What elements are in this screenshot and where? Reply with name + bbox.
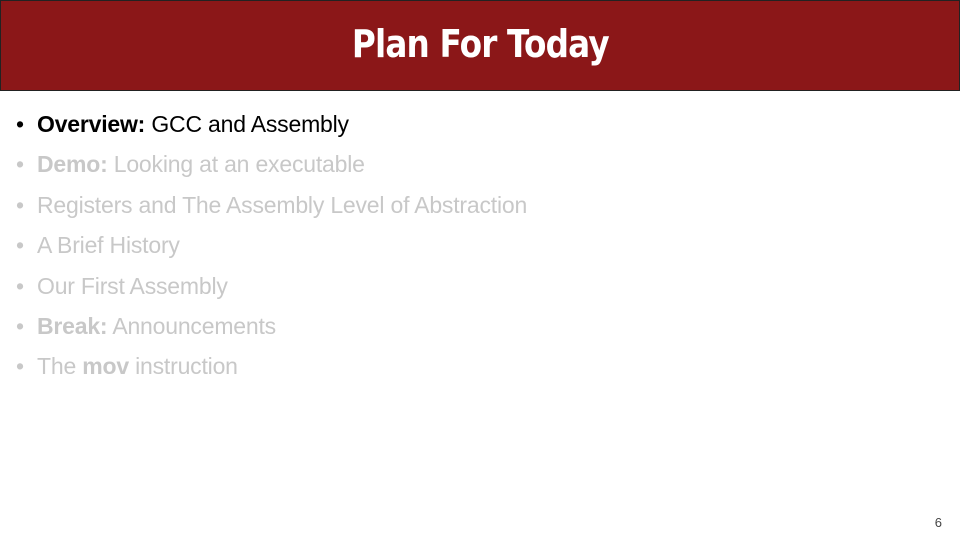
agenda-item-label: Demo: [37, 151, 108, 178]
agenda-item-text: Announcements [107, 313, 276, 340]
agenda-item-label: Break: [37, 313, 108, 340]
bullet-icon: • [16, 151, 24, 178]
agenda-item: • The mov instruction [16, 346, 527, 386]
agenda-item: • Our First Assembly [16, 266, 527, 306]
agenda-item: • Overview: GCC and Assembly [16, 104, 527, 144]
agenda-item-text: Registers and The Assembly Level of Abst… [37, 191, 528, 218]
bullet-icon: • [16, 272, 24, 299]
agenda-item-text: GCC and Assembly [145, 111, 349, 137]
agenda-item: • Break: Announcements [16, 306, 527, 346]
bullet-icon: • [16, 232, 24, 259]
agenda-item-text: Looking at an executable [107, 151, 365, 178]
agenda-item-prefix: The [37, 353, 83, 380]
agenda-item-label: Overview: [37, 111, 146, 137]
agenda-list: • Overview: GCC and Assembly • Demo: Looki… [16, 104, 527, 387]
agenda-item-text: instruction [128, 353, 238, 380]
agenda-item-text: A Brief History [37, 232, 180, 259]
agenda-item: • A Brief History [16, 225, 527, 265]
slide-title: Plan For Today [351, 21, 610, 66]
bullet-icon: • [16, 353, 24, 380]
agenda-item: • Registers and The Assembly Level of Abs… [16, 185, 527, 225]
agenda-item-keyword: mov [82, 353, 129, 380]
agenda-item: • Demo: Looking at an executable [16, 144, 527, 184]
bullet-icon: • [16, 313, 24, 340]
bullet-icon: • [16, 191, 24, 218]
bullet-icon: • [16, 111, 24, 137]
agenda-item-text: Our First Assembly [37, 272, 228, 299]
slide-header: Plan For Today [0, 0, 960, 91]
page-number: 6 [934, 515, 942, 530]
